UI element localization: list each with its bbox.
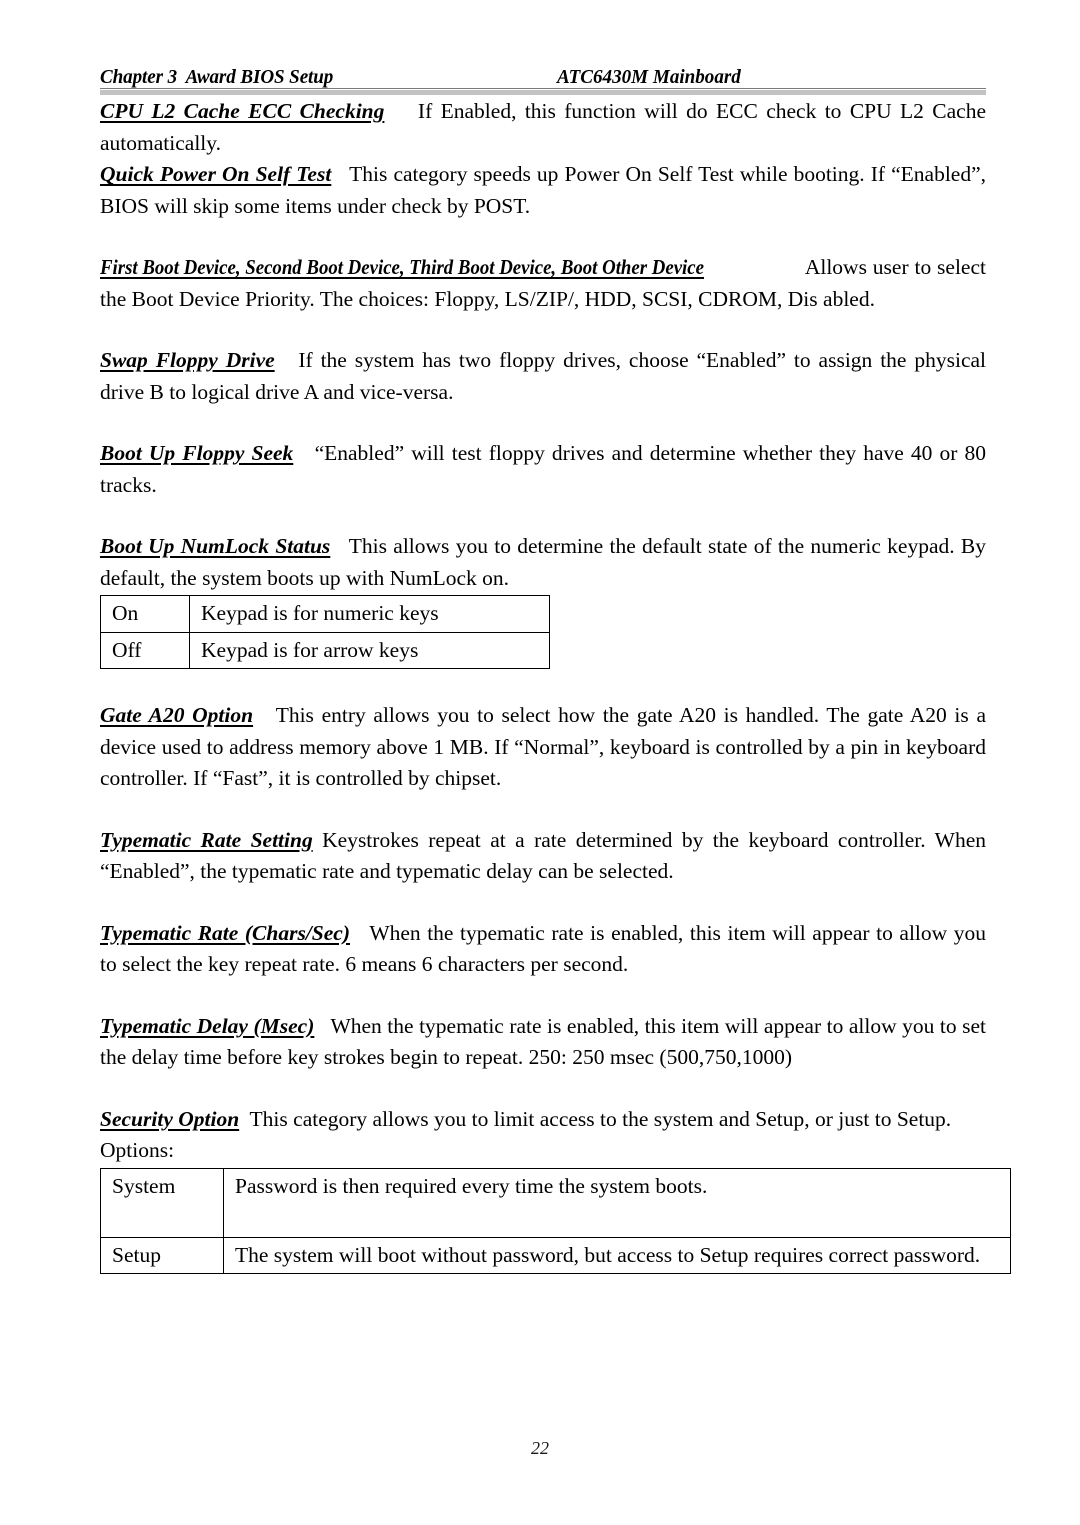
table-row: System Password is then required every t…	[100, 1167, 1011, 1238]
entry-typematic-rate-chars-sec: Typematic Rate (Chars/Sec) When the type…	[100, 918, 986, 981]
header-product-name: ATC6430M Mainboard	[556, 66, 741, 88]
term-label: Swap Floppy Drive	[100, 348, 275, 372]
entry-security-option: Security Option This category allows you…	[100, 1104, 986, 1167]
term-label: Typematic Rate (Chars/Sec)	[100, 920, 350, 945]
term-label: First Boot Device, Second Boot Device, T…	[100, 255, 704, 279]
page-content: Chapter 3 Award BIOS Setup ATC6430M Main…	[100, 66, 1011, 1274]
term-label: Typematic Delay (Msec)	[100, 1013, 315, 1038]
numlock-meaning: Keypad is for numeric keys	[189, 595, 550, 633]
numlock-meaning: Keypad is for arrow keys	[189, 631, 550, 669]
entry-quick-power-on-self-test: Quick Power On Self Test This category s…	[100, 159, 986, 222]
security-options-table: System Password is then required every t…	[100, 1167, 1011, 1275]
entry-boot-device-order: First Boot Device, Second Boot Device, T…	[100, 252, 986, 315]
entry-gate-a20-option: Gate A20 Option This entry allows you to…	[100, 700, 986, 795]
term-label: CPU L2 Cache ECC Checking	[100, 99, 385, 123]
table-row: Off Keypad is for arrow keys	[100, 631, 550, 669]
term-label: Boot Up NumLock Status	[100, 534, 331, 558]
table-row: Setup The system will boot without passw…	[100, 1236, 1011, 1274]
document-page: Chapter 3 Award BIOS Setup ATC6430M Main…	[0, 0, 1080, 1525]
security-option: System	[100, 1167, 224, 1238]
term-label: Security Option	[100, 1106, 240, 1131]
entry-typematic-rate-setting: Typematic Rate Setting Keystrokes repeat…	[100, 825, 986, 888]
entry-boot-up-floppy-seek: Boot Up Floppy Seek “Enabled” will test …	[100, 438, 986, 501]
term-label: Gate A20 Option	[100, 703, 254, 727]
entry-typematic-delay-msec: Typematic Delay (Msec) When the typemati…	[100, 1011, 986, 1074]
header-chapter-title: Chapter 3 Award BIOS Setup	[100, 66, 334, 88]
term-label: Quick Power On Self Test	[100, 162, 332, 186]
header-divider-rule	[100, 88, 986, 95]
term-label: Boot Up Floppy Seek	[100, 441, 294, 465]
entry-boot-up-numlock-status: Boot Up NumLock Status This allows you t…	[100, 531, 986, 594]
security-meaning: Password is then required every time the…	[223, 1167, 1011, 1238]
numlock-option: On	[100, 595, 190, 633]
page-number: 22	[531, 1438, 549, 1458]
numlock-options-table: On Keypad is for numeric keys Off Keypad…	[100, 595, 550, 669]
table-row: On Keypad is for numeric keys	[100, 595, 550, 633]
entry-swap-floppy-drive: Swap Floppy Drive If the system has two …	[100, 345, 986, 408]
numlock-option: Off	[100, 631, 190, 669]
security-meaning: The system will boot without password, b…	[223, 1236, 1011, 1274]
running-header: Chapter 3 Award BIOS Setup ATC6430M Main…	[100, 66, 986, 96]
security-option: Setup	[100, 1236, 224, 1274]
entry-cpu-l2-cache-ecc-checking: CPU L2 Cache ECC Checking If Enabled, th…	[100, 96, 986, 159]
term-label: Typematic Rate Setting	[100, 827, 313, 852]
